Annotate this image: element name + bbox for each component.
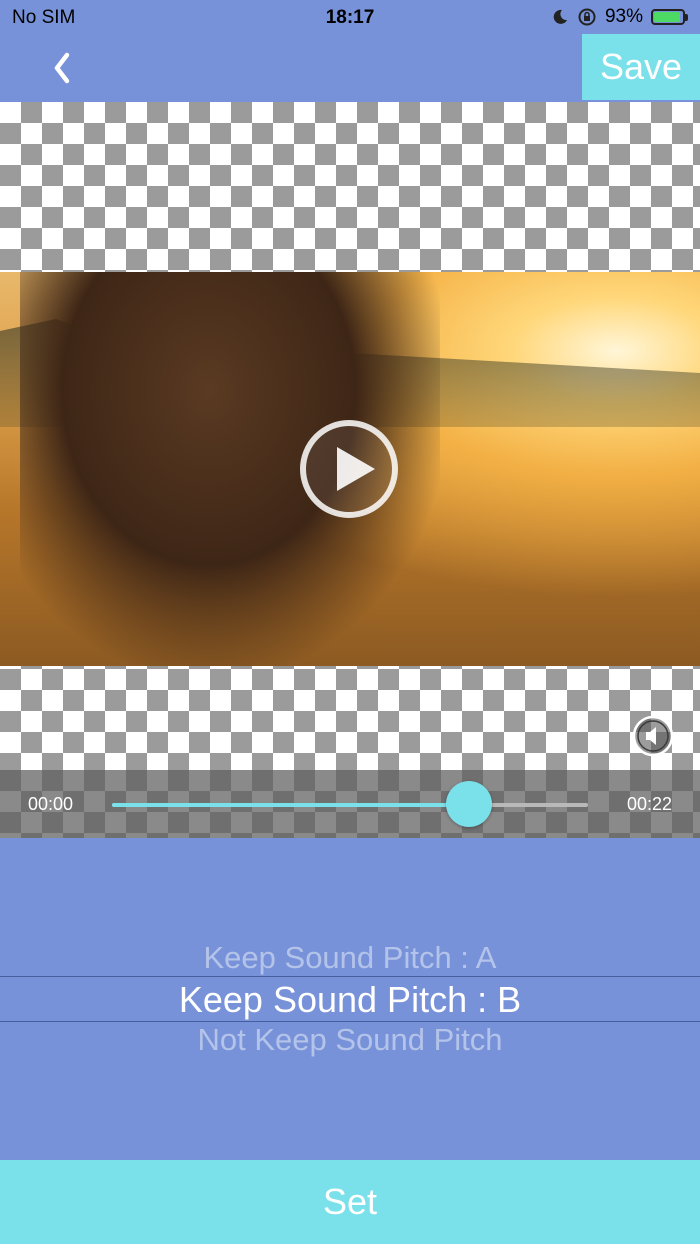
picker-option-keep-pitch-b[interactable]: Keep Sound Pitch : B: [0, 979, 700, 1021]
battery-icon: [651, 9, 688, 25]
back-button[interactable]: [40, 44, 84, 92]
seek-thumb[interactable]: [446, 781, 492, 827]
status-bar: No SIM 18:17 93%: [0, 0, 700, 36]
picker-option-keep-pitch-a[interactable]: Keep Sound Pitch : A: [0, 940, 700, 976]
seek-track[interactable]: [112, 803, 588, 807]
play-icon[interactable]: [299, 419, 399, 519]
speaker-muted-icon[interactable]: [632, 715, 674, 757]
pitch-picker[interactable]: Keep Sound Pitch : A Keep Sound Pitch : …: [0, 930, 700, 1060]
battery-fill: [654, 12, 681, 22]
set-button[interactable]: Set: [0, 1160, 700, 1244]
rotation-lock-icon: [578, 8, 596, 26]
picker-option-not-keep-pitch[interactable]: Not Keep Sound Pitch: [0, 1022, 700, 1058]
save-button[interactable]: Save: [582, 34, 700, 100]
duration: 00:22: [626, 794, 672, 814]
playback-timeline: 00:00 00:22: [0, 770, 700, 838]
battery-percent: 93%: [604, 6, 643, 27]
chevron-left-icon: [54, 52, 70, 84]
current-time: 00:00: [28, 794, 74, 814]
picker-divider-top: [0, 976, 700, 977]
moon-icon: [553, 9, 567, 24]
status-right: 93%: [551, 6, 688, 28]
seek-progress: [112, 803, 469, 807]
